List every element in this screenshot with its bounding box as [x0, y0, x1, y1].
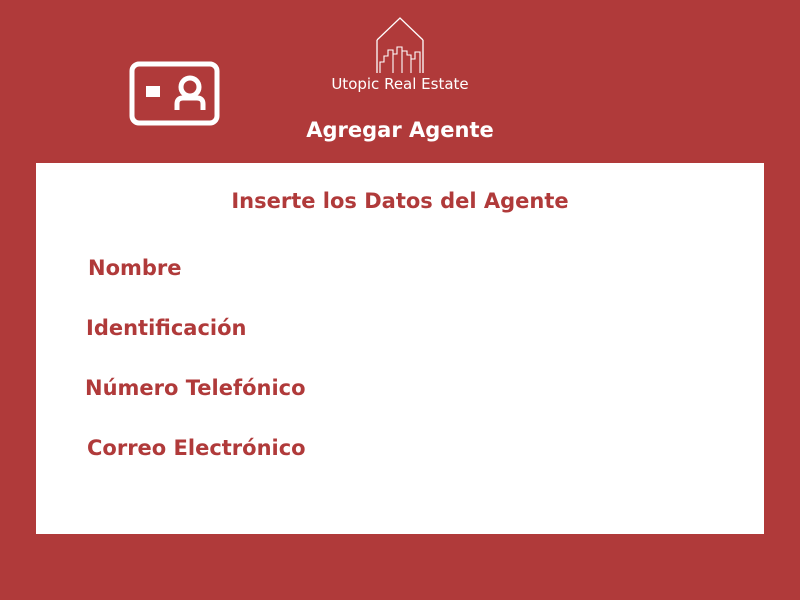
- phone-field-label: Número Telefónico: [85, 376, 306, 400]
- house-city-logo-icon: [376, 17, 424, 73]
- name-field-label: Nombre: [88, 256, 182, 280]
- brand-logo: Utopic Real Estate: [320, 16, 480, 100]
- email-field-label: Correo Electrónico: [87, 436, 306, 460]
- brand-name: Utopic Real Estate: [331, 75, 469, 93]
- identification-field-label: Identificación: [86, 316, 247, 340]
- page-title: Agregar Agente: [306, 118, 494, 142]
- agent-form-panel: Inserte los Datos del Agente Nombre Iden…: [36, 163, 764, 534]
- form-heading: Inserte los Datos del Agente: [231, 189, 569, 213]
